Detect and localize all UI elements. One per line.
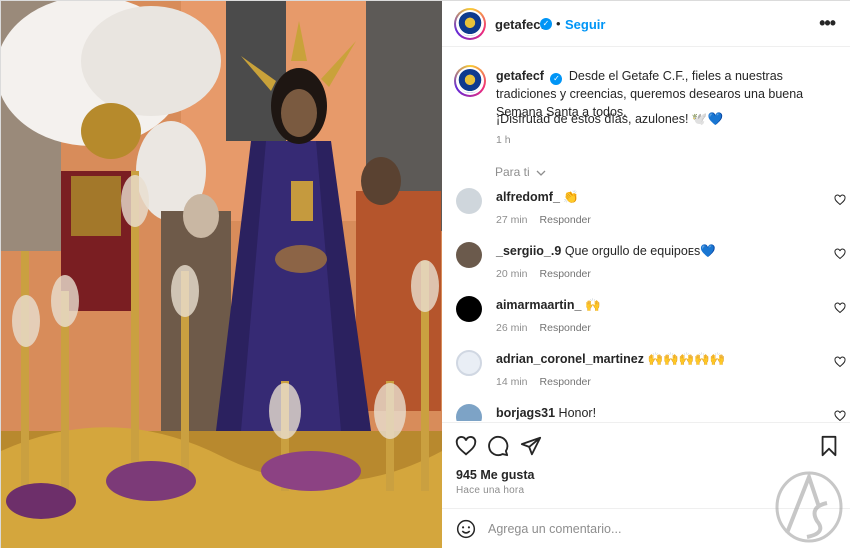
comment-item: adrian_coronel_martinez 🙌🙌🙌🙌🙌 14 min Resp…	[456, 350, 846, 400]
comment-text: 🙌🙌🙌🙌🙌	[647, 352, 726, 366]
blue-heart-icon: 💙	[707, 112, 724, 126]
caption-username[interactable]: getafecf	[496, 69, 544, 83]
heart-outline-icon[interactable]	[834, 248, 846, 260]
heart-outline-icon[interactable]	[834, 302, 846, 314]
commenter-username[interactable]: _sergiio_.9	[496, 244, 561, 258]
comment-time: 14 min	[496, 376, 528, 388]
commenter-avatar[interactable]	[456, 404, 482, 421]
reply-button[interactable]: Responder	[540, 322, 591, 334]
watermark-logo-icon	[775, 471, 843, 543]
post-timestamp: Hace una hora	[456, 485, 525, 496]
chevron-down-icon	[536, 170, 546, 176]
comment-item: borjags31 Honor!	[456, 404, 846, 421]
caption-line2: ¡Disfrutad de estos días, azulones! 🕊️💙	[496, 112, 723, 127]
comment-text: 👏	[563, 190, 579, 204]
commenter-avatar[interactable]	[456, 296, 482, 322]
heart-outline-icon[interactable]	[834, 410, 846, 421]
caption-avatar[interactable]	[454, 65, 486, 97]
more-options-icon[interactable]: •••	[819, 13, 836, 34]
procession-image	[1, 1, 442, 548]
reply-button[interactable]: Responder	[540, 376, 591, 388]
comment-time: 20 min	[496, 268, 528, 280]
author-username[interactable]: getafecf	[495, 17, 545, 32]
comment-text: Que orgullo de equipoᴇs💙	[564, 244, 716, 258]
getafe-crest-icon	[458, 69, 482, 93]
commenter-avatar[interactable]	[456, 350, 482, 376]
add-comment-input[interactable]	[488, 518, 748, 540]
comment-item: _sergiio_.9 Que orgullo de equipoᴇs💙 20 …	[456, 242, 846, 292]
comments-filter[interactable]: Para ti	[495, 165, 546, 179]
comment-item: alfredomf_ 👏 27 min Responder	[456, 188, 846, 238]
comment-time: 26 min	[496, 322, 528, 334]
commenter-username[interactable]: borjags31	[496, 406, 555, 420]
commenter-avatar[interactable]	[456, 242, 482, 268]
post-header: getafecf ✓ • Seguir •••	[442, 1, 850, 47]
comments-list[interactable]: alfredomf_ 👏 27 min Responder _sergiio_.9…	[442, 181, 850, 421]
verified-badge-icon: ✓	[550, 73, 563, 85]
getafe-crest-icon	[458, 12, 482, 36]
save-bookmark-icon[interactable]	[818, 435, 840, 457]
share-send-icon[interactable]	[520, 435, 542, 457]
heart-outline-icon[interactable]	[834, 194, 846, 206]
commenter-username[interactable]: alfredomf_	[496, 190, 560, 204]
commenter-username[interactable]: aimarmaartin_	[496, 298, 581, 312]
post-photo[interactable]	[1, 1, 442, 548]
instagram-post-window: getafecf ✓ • Seguir ••• getafecf ✓ Desde…	[0, 0, 850, 548]
commenter-username[interactable]: adrian_coronel_martinez	[496, 352, 644, 366]
author-avatar[interactable]	[454, 8, 486, 40]
verified-badge-icon: ✓	[540, 18, 552, 30]
comment-text: 🙌	[584, 298, 601, 312]
likes-count[interactable]: 945 Me gusta	[456, 468, 535, 482]
emoji-icon[interactable]	[456, 519, 476, 539]
caption-line2-text: ¡Disfrutad de estos días, azulones! 🕊️	[496, 112, 708, 126]
commenter-avatar[interactable]	[456, 188, 482, 214]
reply-button[interactable]: Responder	[540, 268, 591, 280]
comment-time: 27 min	[496, 214, 528, 226]
follow-button[interactable]: Seguir	[565, 17, 605, 32]
comment-item: aimarmaartin_ 🙌 26 min Responder	[456, 296, 846, 346]
caption-time: 1 h	[496, 134, 511, 146]
like-heart-icon[interactable]	[455, 435, 477, 457]
comment-bubble-icon[interactable]	[487, 435, 509, 457]
filter-label: Para ti	[495, 165, 530, 179]
post-sidebar: getafecf ✓ • Seguir ••• getafecf ✓ Desde…	[442, 1, 850, 548]
heart-outline-icon[interactable]	[834, 356, 846, 368]
separator-dot: •	[556, 16, 561, 31]
reply-button[interactable]: Responder	[540, 214, 591, 226]
comment-text: Honor!	[558, 406, 597, 420]
